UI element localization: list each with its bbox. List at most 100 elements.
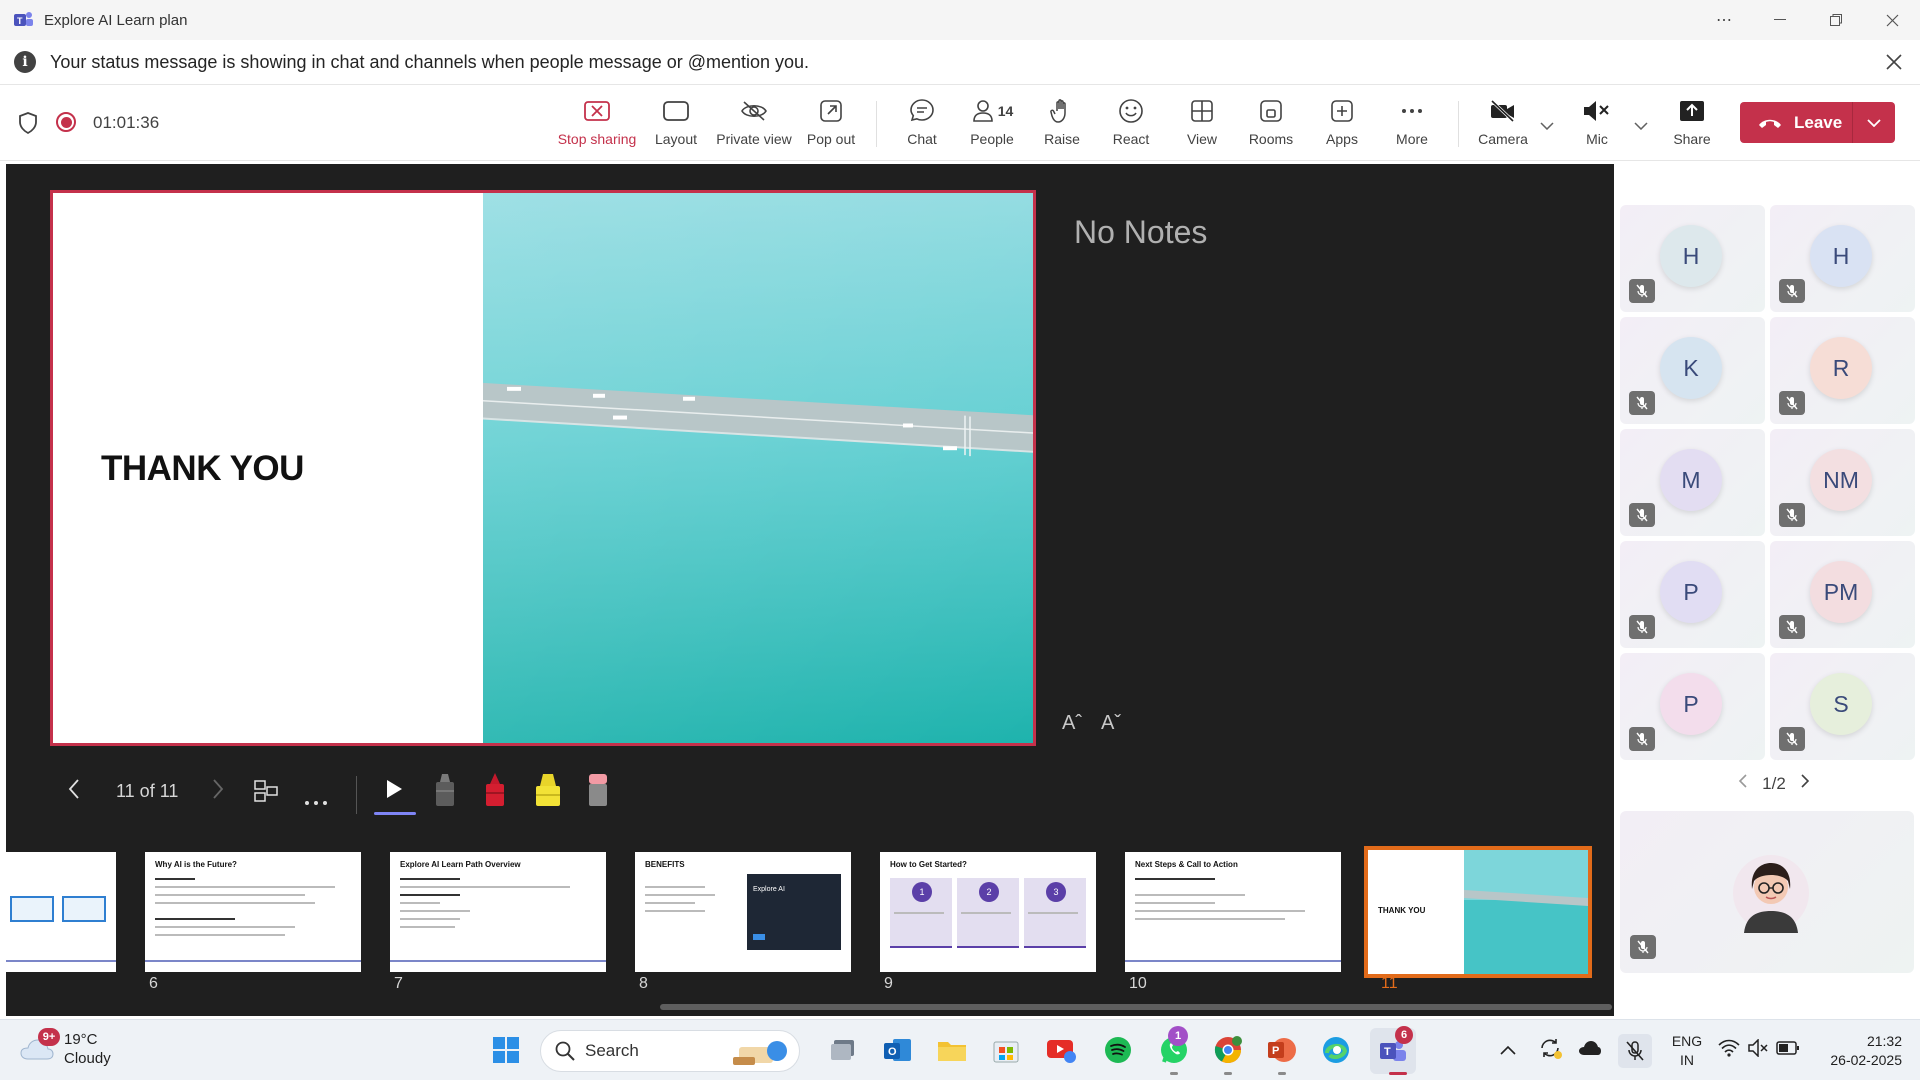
mic-muted-icon (1582, 97, 1612, 125)
slide-thumbnail[interactable]: How to Get Started? 1 2 3 (880, 852, 1096, 972)
participant-tile[interactable]: R (1770, 317, 1915, 424)
status-icons[interactable] (1718, 1020, 1800, 1081)
participant-tile[interactable]: PM (1770, 541, 1915, 648)
phone-hangup-icon (1759, 119, 1781, 128)
participant-tile[interactable]: P (1620, 541, 1765, 648)
slide-thumbnail-selected[interactable]: THANK YOU (1364, 846, 1592, 978)
participant-tile[interactable]: NM (1770, 429, 1915, 536)
private-view-button[interactable]: Private view (716, 97, 792, 155)
highlighter-icon[interactable] (533, 772, 563, 813)
decrease-font-button[interactable]: Aˇ (1101, 712, 1121, 735)
ellipsis-icon[interactable] (304, 786, 328, 812)
view-button[interactable]: View (1182, 97, 1222, 155)
search-highlight-icon (733, 1041, 787, 1065)
pen-gray-icon[interactable] (433, 772, 457, 813)
participants-panel: H H K R M NM P PM P S 1/2 (1614, 161, 1920, 1019)
mic-muted-icon (1779, 615, 1805, 639)
language-indicator[interactable]: ENG IN (1667, 1032, 1707, 1070)
leave-options-chevron-icon[interactable] (1853, 118, 1895, 127)
participant-tile[interactable]: K (1620, 317, 1765, 424)
mic-options-chevron-icon[interactable] (1634, 117, 1648, 133)
mic-muted-icon (1630, 935, 1656, 959)
teams-app-icon: T (14, 12, 33, 26)
weather-widget[interactable]: 9+ 19°C Cloudy (20, 1028, 111, 1068)
task-view-icon[interactable] (826, 1032, 862, 1068)
share-screen-icon (1679, 97, 1705, 125)
previous-slide-button[interactable] (68, 778, 80, 806)
restore-button[interactable] (1808, 0, 1864, 40)
more-button[interactable]: More (1392, 97, 1432, 155)
presenter-view: THANK YOU No Notes Aˆ Aˇ 11 of 11 Why AI… (6, 164, 1614, 1016)
participant-avatar: NM (1810, 449, 1872, 511)
mic-muted-icon[interactable] (1618, 1033, 1652, 1068)
ellipsis-icon[interactable]: ⋯ (1696, 0, 1752, 40)
layout-button[interactable]: Layout (650, 97, 702, 155)
participant-tile[interactable]: P (1620, 653, 1765, 760)
file-explorer-icon[interactable] (934, 1032, 970, 1068)
add-app-icon (1330, 97, 1354, 125)
slide-grid-icon[interactable] (254, 780, 278, 808)
chevron-right-icon[interactable] (1800, 773, 1810, 794)
participant-tile[interactable]: M (1620, 429, 1765, 536)
next-slide-button[interactable] (212, 778, 224, 806)
increase-font-button[interactable]: Aˆ (1062, 712, 1082, 735)
svg-text:T: T (1384, 1046, 1391, 1058)
youtube-icon[interactable] (1044, 1032, 1080, 1068)
chevron-up-icon[interactable] (1500, 1042, 1516, 1060)
react-button[interactable]: React (1111, 97, 1151, 155)
self-video-tile[interactable] (1620, 811, 1914, 973)
eraser-icon[interactable] (586, 772, 610, 813)
camera-options-chevron-icon[interactable] (1540, 117, 1554, 133)
smiley-icon (1118, 97, 1144, 125)
pop-out-button[interactable]: Pop out (804, 97, 858, 155)
microsoft-store-icon[interactable] (988, 1032, 1024, 1068)
clock[interactable]: 21:32 26-02-2025 (1812, 1032, 1902, 1070)
slide-counter: 11 of 11 (116, 781, 179, 801)
thumbnail-scrollbar[interactable] (660, 1004, 1612, 1010)
rooms-button[interactable]: Rooms (1247, 97, 1295, 155)
edge-icon[interactable] (1318, 1032, 1354, 1068)
slide-thumbnail[interactable]: Why AI is the Future? (145, 852, 361, 972)
sync-icon[interactable] (1538, 1036, 1562, 1065)
slide-number: 6 (149, 975, 158, 992)
spotify-icon[interactable] (1100, 1032, 1136, 1068)
participant-avatar: H (1810, 225, 1872, 287)
chrome-icon[interactable] (1210, 1032, 1246, 1068)
participant-tile[interactable]: H (1620, 205, 1765, 312)
participant-avatar: H (1660, 225, 1722, 287)
slide-thumbnail[interactable] (6, 852, 116, 972)
recording-icon (56, 112, 76, 132)
svg-text:P: P (1272, 1045, 1279, 1057)
camera-button[interactable]: Camera (1478, 97, 1528, 155)
windows-start-icon[interactable] (488, 1032, 524, 1068)
mic-muted-icon (1629, 615, 1655, 639)
slide-thumbnail[interactable]: Next Steps & Call to Action (1125, 852, 1341, 972)
rooms-icon (1259, 97, 1283, 125)
windows-taskbar: 9+ 19°C Cloudy Search O 1 P T 6 ENG IN 2… (0, 1019, 1920, 1080)
laser-pointer-icon[interactable] (384, 778, 404, 805)
chat-button[interactable]: Chat (902, 97, 942, 155)
people-button[interactable]: 14 People (966, 97, 1018, 155)
mic-button[interactable]: Mic (1582, 97, 1612, 155)
minimize-button[interactable] (1752, 0, 1808, 40)
chevron-left-icon[interactable] (1738, 773, 1748, 794)
participant-tile[interactable]: H (1770, 205, 1915, 312)
apps-button[interactable]: Apps (1322, 97, 1362, 155)
camera-off-icon (1489, 97, 1517, 125)
participant-tile[interactable]: S (1770, 653, 1915, 760)
close-banner-button[interactable] (1886, 50, 1902, 76)
system-tray (1500, 1020, 1652, 1081)
stop-sharing-button[interactable]: Stop sharing (558, 97, 636, 155)
pen-red-icon[interactable] (483, 772, 507, 813)
share-button[interactable]: Share (1672, 97, 1712, 155)
slide-thumbnail[interactable]: BENEFITS Explore AI (635, 852, 851, 972)
close-window-button[interactable] (1864, 0, 1920, 40)
onedrive-icon[interactable] (1578, 1040, 1602, 1061)
leave-button[interactable]: Leave (1740, 102, 1895, 143)
slide-thumbnail[interactable]: Explore AI Learn Path Overview (390, 852, 606, 972)
raise-hand-button[interactable]: Raise (1042, 97, 1082, 155)
shield-icon[interactable] (18, 112, 38, 134)
taskbar-search[interactable]: Search (540, 1030, 800, 1072)
outlook-icon[interactable]: O (880, 1032, 916, 1068)
powerpoint-icon[interactable]: P (1264, 1032, 1300, 1068)
